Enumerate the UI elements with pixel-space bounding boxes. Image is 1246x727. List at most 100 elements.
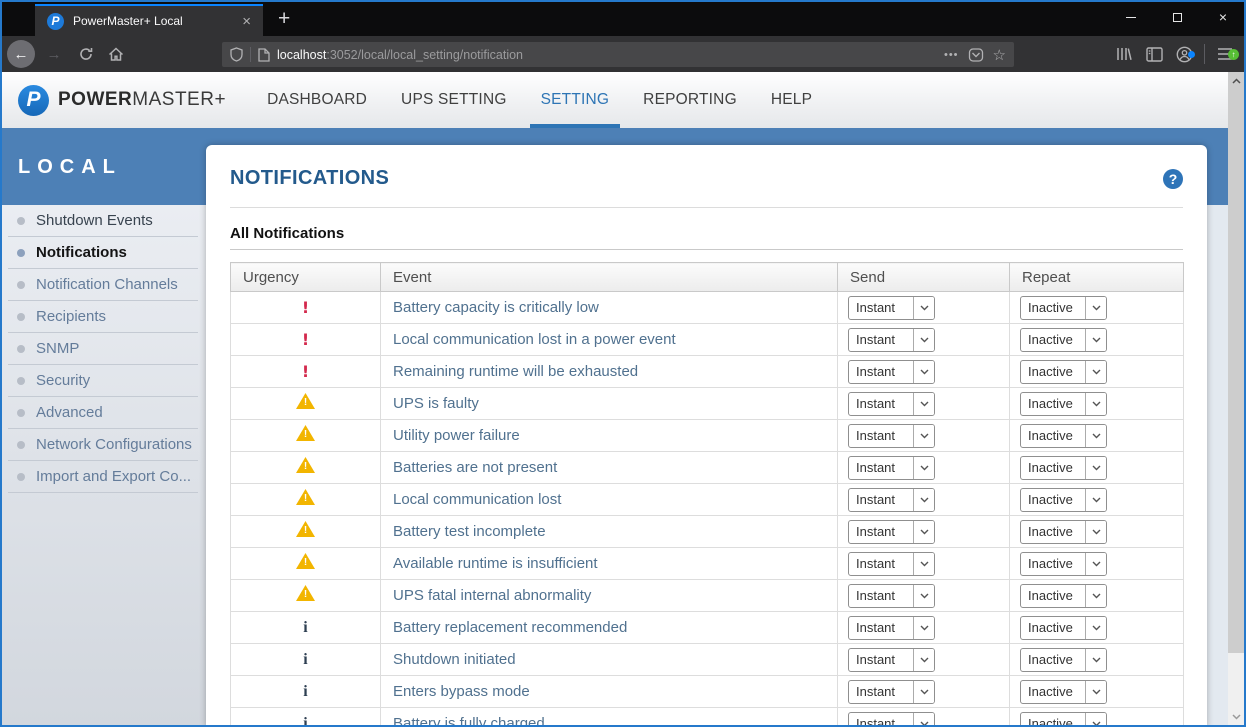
urgency-cell: i [231,644,381,676]
page-title: NOTIFICATIONS [230,167,1183,190]
repeat-select[interactable]: Inactive [1020,328,1107,352]
chevron-down-icon [1092,433,1101,439]
urgency-cell: ! [231,484,381,516]
chevron-down-icon [1092,401,1101,407]
send-select[interactable]: Instant [848,520,935,544]
nav-tab-setting[interactable]: SETTING [524,72,627,128]
send-select-arrow [913,329,934,351]
event-cell: Local communication lost in a power even… [381,324,838,356]
sidebar-item-security[interactable]: Security [8,365,198,397]
repeat-select[interactable]: Inactive [1020,488,1107,512]
page-info-icon[interactable] [258,48,270,62]
titlebar: P PowerMaster+ Local × + × [0,0,1246,36]
repeat-select[interactable]: Inactive [1020,456,1107,480]
repeat-select[interactable]: Inactive [1020,552,1107,576]
toolbar-divider [1204,44,1205,64]
new-tab-button[interactable]: + [272,6,296,32]
pocket-icon[interactable] [968,47,984,63]
send-select[interactable]: Instant [848,680,935,704]
menu-button[interactable]: ↑ [1210,47,1240,61]
url-text[interactable]: localhost:3052/local/local_setting/notif… [277,48,935,62]
repeat-select[interactable]: Inactive [1020,584,1107,608]
send-select-value: Instant [849,364,913,379]
repeat-select[interactable]: Inactive [1020,680,1107,704]
home-button[interactable] [102,47,130,62]
sidebar-item-snmp[interactable]: SNMP [8,333,198,365]
sidebar-item-import-and-export-co[interactable]: Import and Export Co... [8,461,198,493]
sidebar: LOCAL Shutdown EventsNotificationsNotifi… [0,128,206,727]
nav-tab-ups-setting[interactable]: UPS SETTING [384,72,524,128]
chevron-down-icon [920,497,929,503]
sidebar-item-network-configurations[interactable]: Network Configurations [8,429,198,461]
nav-tab-reporting[interactable]: REPORTING [626,72,754,128]
toolbar-right-icons: ↑ [1109,36,1240,72]
info-icon: i [303,683,307,700]
repeat-select[interactable]: Inactive [1020,648,1107,672]
back-button[interactable]: ← [7,40,35,68]
home-icon [108,47,124,62]
url-bar[interactable]: localhost:3052/local/local_setting/notif… [222,42,1014,67]
urgency-cell: i [231,676,381,708]
forward-button[interactable]: → [40,46,68,63]
brand-light: MASTER+ [132,89,226,110]
send-select[interactable]: Instant [848,360,935,384]
page-scrollbar[interactable] [1228,72,1244,725]
bookmark-star-icon[interactable]: ☆ [993,46,1006,64]
account-button[interactable] [1169,46,1199,63]
maximize-button[interactable] [1154,0,1200,34]
repeat-select[interactable]: Inactive [1020,616,1107,640]
powermaster-logo-icon: P [18,85,49,116]
repeat-select-arrow [1085,681,1106,703]
send-select[interactable]: Instant [848,424,935,448]
send-select-value: Instant [849,332,913,347]
send-select[interactable]: Instant [848,488,935,512]
chevron-down-icon [1092,625,1101,631]
repeat-select[interactable]: Inactive [1020,360,1107,384]
sidebar-item-notification-channels[interactable]: Notification Channels [8,269,198,301]
send-select[interactable]: Instant [848,552,935,576]
send-select[interactable]: Instant [848,456,935,480]
repeat-select-arrow [1085,361,1106,383]
sidebar-item-shutdown-events[interactable]: Shutdown Events [8,205,198,237]
tab-title: PowerMaster+ Local [73,14,238,28]
reload-button[interactable] [72,47,100,61]
close-button[interactable]: × [1200,0,1246,34]
send-select[interactable]: Instant [848,328,935,352]
nav-tab-dashboard[interactable]: DASHBOARD [250,72,384,128]
send-cell: Instant [838,516,1010,548]
repeat-select[interactable]: Inactive [1020,296,1107,320]
scrollbar-down-button[interactable] [1228,708,1244,725]
sidebars-button[interactable] [1139,47,1169,62]
send-select[interactable]: Instant [848,648,935,672]
tab-close-icon[interactable]: × [238,12,255,31]
section-title: All Notifications [230,225,1183,250]
send-select[interactable]: Instant [848,584,935,608]
repeat-cell: Inactive [1010,644,1184,676]
minimize-button[interactable] [1108,0,1154,34]
page-actions-button[interactable]: ••• [944,49,959,61]
repeat-select-arrow [1085,457,1106,479]
repeat-select-value: Inactive [1021,300,1085,315]
send-select[interactable]: Instant [848,616,935,640]
urgency-cell: ! [231,516,381,548]
minimize-icon [1126,17,1136,18]
chevron-down-icon [920,401,929,407]
send-select[interactable]: Instant [848,392,935,416]
favicon-icon: P [47,13,64,30]
scrollbar-up-button[interactable] [1228,72,1244,89]
repeat-select[interactable]: Inactive [1020,392,1107,416]
browser-tab[interactable]: P PowerMaster+ Local × [35,4,263,36]
sidebar-item-recipients[interactable]: Recipients [8,301,198,333]
repeat-cell: Inactive [1010,516,1184,548]
send-cell: Instant [838,292,1010,324]
help-button[interactable]: ? [1163,169,1183,189]
send-select[interactable]: Instant [848,296,935,320]
repeat-select[interactable]: Inactive [1020,424,1107,448]
urgency-cell: ! [231,324,381,356]
sidebar-item-notifications[interactable]: Notifications [8,237,198,269]
library-button[interactable] [1109,46,1139,62]
nav-tab-help[interactable]: HELP [754,72,829,128]
scrollbar-thumb[interactable] [1228,89,1244,653]
sidebar-item-advanced[interactable]: Advanced [8,397,198,429]
repeat-select[interactable]: Inactive [1020,520,1107,544]
